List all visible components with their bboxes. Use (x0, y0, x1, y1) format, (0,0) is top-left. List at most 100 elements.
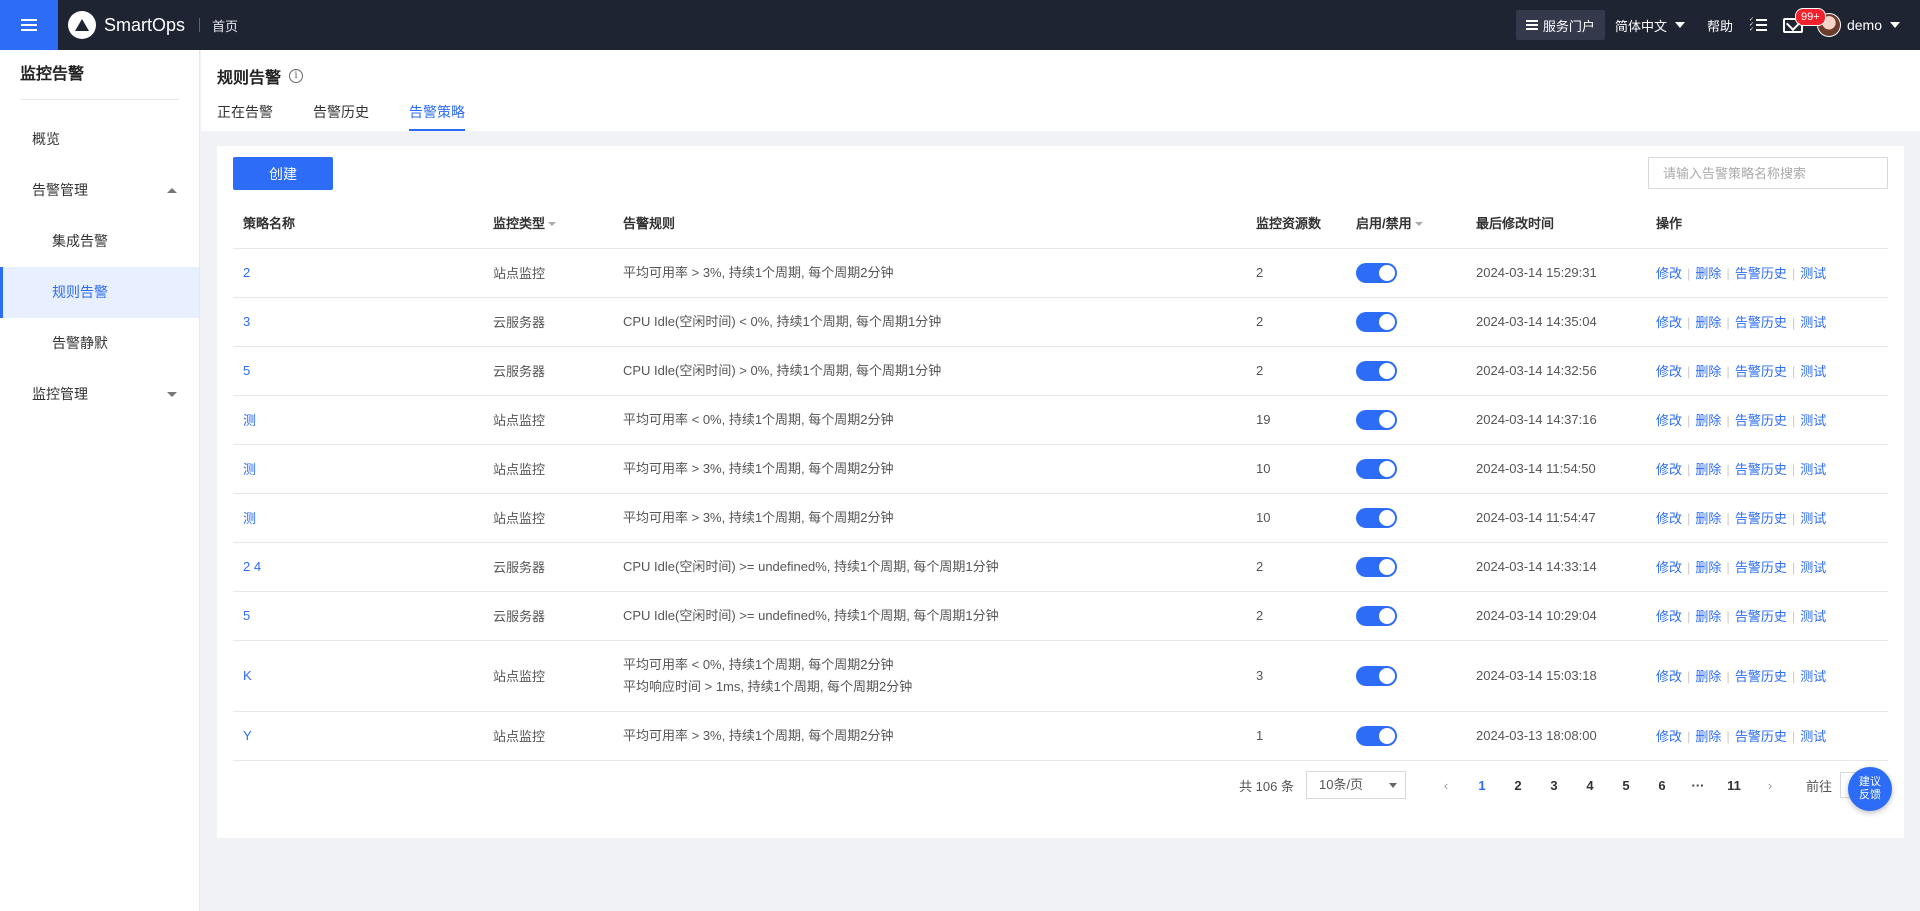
enable-toggle[interactable] (1356, 507, 1397, 528)
enable-toggle[interactable] (1356, 556, 1397, 577)
action-delete-link[interactable]: 删除 (1695, 609, 1721, 624)
policy-name-link[interactable]: 2 4 (243, 559, 261, 574)
action-edit-link[interactable]: 修改 (1656, 462, 1682, 477)
action-edit-link[interactable]: 修改 (1656, 609, 1682, 624)
action-edit-link[interactable]: 修改 (1656, 413, 1682, 428)
action-alert-history-link[interactable]: 告警历史 (1735, 462, 1787, 477)
action-delete-link[interactable]: 删除 (1695, 315, 1721, 330)
policy-name-link[interactable]: 2 (243, 265, 250, 280)
action-edit-link[interactable]: 修改 (1656, 315, 1682, 330)
action-alert-history-link[interactable]: 告警历史 (1735, 511, 1787, 526)
action-alert-history-link[interactable]: 告警历史 (1735, 364, 1787, 379)
sidebar-item-rule-alerts[interactable]: 规则告警 (0, 267, 199, 318)
action-delete-link[interactable]: 删除 (1695, 560, 1721, 575)
app-logo[interactable]: SmartOps (68, 11, 185, 39)
mail-icon[interactable]: 99+ (1782, 7, 1826, 33)
feedback-button[interactable]: 建议 反馈 (1848, 767, 1892, 811)
action-delete-link[interactable]: 删除 (1695, 364, 1721, 379)
policy-name-link[interactable]: 5 (243, 608, 250, 623)
user-menu[interactable]: demo (1816, 13, 1900, 37)
action-test-link[interactable]: 测试 (1800, 315, 1826, 330)
column-header-enabled[interactable]: 启用/禁用 (1346, 197, 1466, 249)
service-portal-button[interactable]: 服务门户 (1515, 10, 1605, 40)
page-11[interactable]: 11 (1716, 778, 1752, 793)
task-list-icon[interactable] (1749, 17, 1767, 33)
tab-active-alerts[interactable]: 正在告警 (217, 102, 273, 131)
action-test-link[interactable]: 测试 (1800, 413, 1826, 428)
action-delete-link[interactable]: 删除 (1695, 729, 1721, 744)
action-separator: | (1687, 729, 1691, 744)
action-alert-history-link[interactable]: 告警历史 (1735, 609, 1787, 624)
action-alert-history-link[interactable]: 告警历史 (1735, 669, 1787, 684)
policy-name-link[interactable]: 测 (243, 511, 256, 526)
action-test-link[interactable]: 测试 (1800, 669, 1826, 684)
sidebar-item-alert-management[interactable]: 告警管理 (0, 165, 199, 216)
action-test-link[interactable]: 测试 (1800, 729, 1826, 744)
policy-name-link[interactable]: K (243, 668, 252, 683)
action-test-link[interactable]: 测试 (1800, 560, 1826, 575)
policy-name-link[interactable]: 5 (243, 363, 250, 378)
sidebar-item-monitor-management[interactable]: 监控管理 (0, 369, 199, 420)
create-button[interactable]: 创建 (233, 157, 333, 190)
page-size-select[interactable]: 10条/页 (1305, 771, 1406, 799)
breadcrumb-home[interactable]: 首页 (212, 16, 238, 35)
resource-count: 2 (1246, 297, 1346, 347)
policy-name-link[interactable]: 测 (243, 462, 256, 477)
action-test-link[interactable]: 测试 (1800, 609, 1826, 624)
enable-toggle[interactable] (1356, 605, 1397, 626)
page-1[interactable]: 1 (1464, 778, 1500, 793)
action-edit-link[interactable]: 修改 (1656, 266, 1682, 281)
next-page-icon[interactable]: › (1752, 778, 1788, 793)
tab-alert-history[interactable]: 告警历史 (313, 102, 369, 131)
action-edit-link[interactable]: 修改 (1656, 364, 1682, 379)
prev-page-icon[interactable]: ‹ (1428, 778, 1464, 793)
language-select[interactable]: 简体中文 (1615, 16, 1685, 35)
more-pages-icon[interactable]: ··· (1680, 778, 1716, 793)
enable-toggle[interactable] (1356, 409, 1397, 430)
action-alert-history-link[interactable]: 告警历史 (1735, 266, 1787, 281)
policy-name-link[interactable]: 测 (243, 413, 256, 428)
page-5[interactable]: 5 (1608, 778, 1644, 793)
policy-name-link[interactable]: 3 (243, 314, 250, 329)
enable-toggle[interactable] (1356, 458, 1397, 479)
action-delete-link[interactable]: 删除 (1695, 669, 1721, 684)
action-alert-history-link[interactable]: 告警历史 (1735, 413, 1787, 428)
tab-alert-policies[interactable]: 告警策略 (409, 102, 465, 131)
action-alert-history-link[interactable]: 告警历史 (1735, 560, 1787, 575)
info-icon[interactable]: i (289, 69, 304, 83)
resource-count: 2 (1246, 248, 1346, 298)
action-delete-link[interactable]: 删除 (1695, 413, 1721, 428)
enable-toggle[interactable] (1356, 725, 1397, 746)
page-4[interactable]: 4 (1572, 778, 1608, 793)
search-input[interactable] (1648, 157, 1888, 189)
action-edit-link[interactable]: 修改 (1656, 729, 1682, 744)
action-edit-link[interactable]: 修改 (1656, 511, 1682, 526)
action-test-link[interactable]: 测试 (1800, 462, 1826, 477)
action-test-link[interactable]: 测试 (1800, 511, 1826, 526)
action-edit-link[interactable]: 修改 (1656, 560, 1682, 575)
menu-icon[interactable] (0, 0, 58, 50)
action-test-link[interactable]: 测试 (1800, 364, 1826, 379)
action-alert-history-link[interactable]: 告警历史 (1735, 729, 1787, 744)
caret-down-icon (1890, 22, 1900, 28)
help-link[interactable]: 帮助 (1707, 16, 1733, 35)
enable-toggle[interactable] (1356, 262, 1397, 283)
sidebar-item-overview[interactable]: 概览 (0, 114, 199, 165)
action-test-link[interactable]: 测试 (1800, 266, 1826, 281)
page-6[interactable]: 6 (1644, 778, 1680, 793)
action-edit-link[interactable]: 修改 (1656, 669, 1682, 684)
enable-toggle[interactable] (1356, 665, 1397, 686)
sidebar-item-alert-silence[interactable]: 告警静默 (0, 318, 199, 369)
enable-toggle[interactable] (1356, 311, 1397, 332)
modified-time: 2024-03-14 15:03:18 (1466, 640, 1646, 712)
action-alert-history-link[interactable]: 告警历史 (1735, 315, 1787, 330)
action-delete-link[interactable]: 删除 (1695, 462, 1721, 477)
sidebar-item-integrated-alerts[interactable]: 集成告警 (0, 216, 199, 267)
policy-name-link[interactable]: Y (243, 728, 252, 743)
action-delete-link[interactable]: 删除 (1695, 266, 1721, 281)
column-header-type[interactable]: 监控类型 (483, 197, 613, 249)
enable-toggle[interactable] (1356, 360, 1397, 381)
page-2[interactable]: 2 (1500, 778, 1536, 793)
page-3[interactable]: 3 (1536, 778, 1572, 793)
action-delete-link[interactable]: 删除 (1695, 511, 1721, 526)
